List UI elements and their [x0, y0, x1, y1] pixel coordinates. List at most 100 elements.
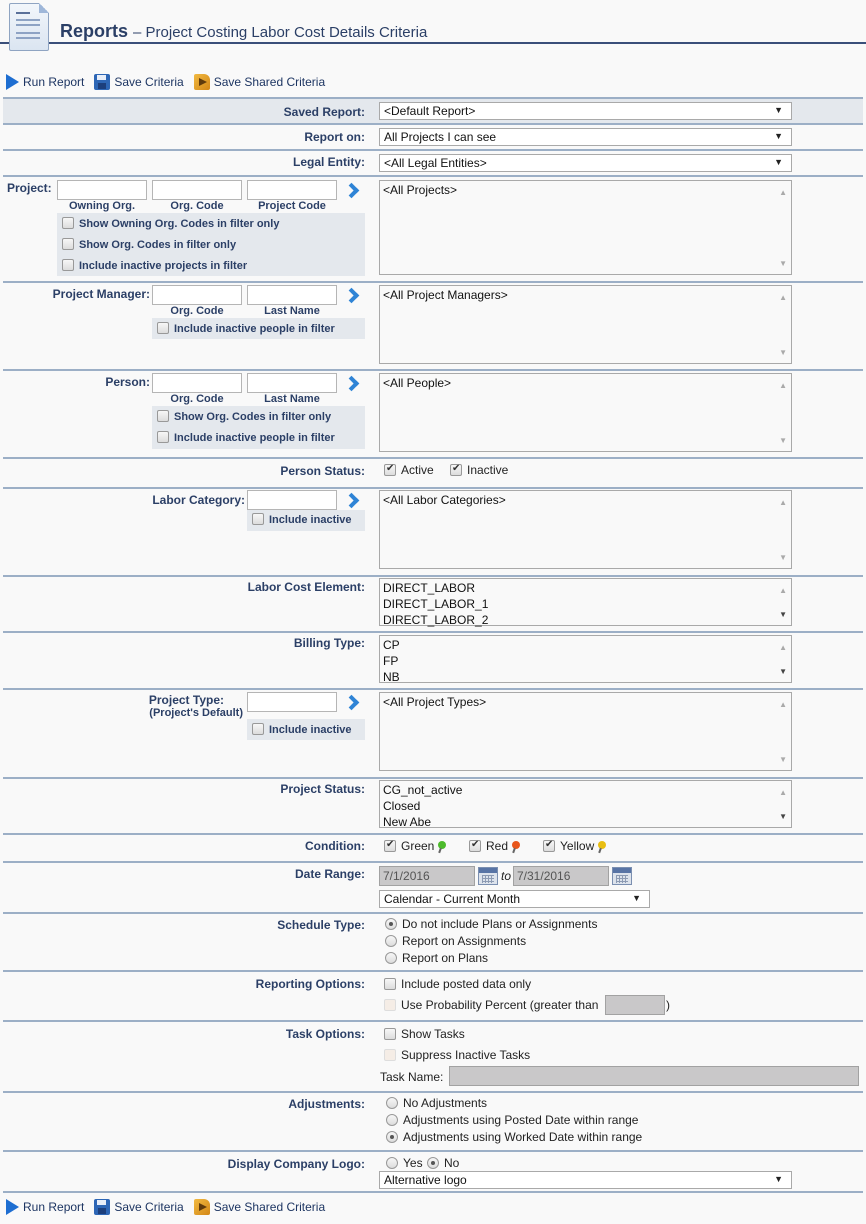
report-on-select[interactable]: All Projects I can see	[379, 128, 792, 146]
save-shared-criteria-button[interactable]: Save Shared Criteria	[193, 74, 325, 90]
checkbox[interactable]	[157, 410, 169, 422]
condition-green-option[interactable]: Green	[384, 839, 447, 853]
checkbox[interactable]	[157, 322, 169, 334]
list-item[interactable]: New Abe	[383, 814, 788, 830]
checkbox[interactable]	[384, 463, 396, 476]
person-last-name-input[interactable]	[247, 373, 337, 393]
run-report-button[interactable]: Run Report	[6, 1199, 84, 1215]
list-item[interactable]: NB	[383, 669, 788, 685]
save-criteria-button[interactable]: Save Criteria	[94, 1199, 184, 1215]
calendar-to-icon[interactable]	[612, 867, 632, 885]
project-type-list[interactable]: <All Project Types> ▲ ▼	[379, 692, 792, 771]
pm-last-name-input[interactable]	[247, 285, 337, 305]
pm-include-inactive-option[interactable]: Include inactive people in filter	[157, 322, 335, 335]
list-item[interactable]: <All Project Managers>	[383, 287, 788, 303]
scroll-up-icon[interactable]: ▲	[779, 290, 787, 306]
list-item[interactable]: CP	[383, 637, 788, 653]
radio[interactable]	[427, 1157, 439, 1169]
labor-cost-element-list[interactable]: DIRECT_LABOR DIRECT_LABOR_1 DIRECT_LABOR_2…	[379, 578, 792, 628]
project-type-arrow-icon[interactable]	[343, 696, 357, 710]
checkbox[interactable]	[384, 999, 396, 1011]
scroll-down-icon[interactable]: ▼	[779, 809, 787, 825]
radio[interactable]	[386, 1097, 398, 1109]
radio[interactable]	[386, 1157, 398, 1169]
show-tasks-option[interactable]: Show Tasks	[384, 1027, 465, 1041]
saved-report-select[interactable]: <Default Report>	[379, 102, 792, 120]
person-org-code-input[interactable]	[152, 373, 242, 393]
scroll-down-icon[interactable]: ▼	[779, 256, 787, 272]
checkbox[interactable]	[543, 839, 555, 852]
condition-yellow-option[interactable]: Yellow	[543, 839, 607, 853]
schedule-no-plans-option[interactable]: Do not include Plans or Assignments	[385, 917, 597, 931]
save-criteria-button[interactable]: Save Criteria	[94, 74, 184, 90]
pm-org-code-input[interactable]	[152, 285, 242, 305]
labor-category-list[interactable]: <All Labor Categories> ▲ ▼	[379, 490, 792, 569]
scroll-up-icon[interactable]: ▲	[779, 185, 787, 201]
list-item[interactable]: DIRECT_LABOR	[383, 580, 788, 596]
project-org-code-input[interactable]	[152, 180, 242, 200]
project-manager-list[interactable]: <All Project Managers> ▲ ▼	[379, 285, 792, 364]
show-org-codes-option[interactable]: Show Org. Codes in filter only	[62, 238, 236, 251]
adjustments-posted-date-option[interactable]: Adjustments using Posted Date within ran…	[386, 1113, 638, 1127]
radio[interactable]	[386, 1114, 398, 1126]
probability-option[interactable]: Use Probability Percent (greater than	[384, 998, 598, 1012]
list-item[interactable]: <All Labor Categories>	[383, 492, 788, 508]
suppress-inactive-tasks-option[interactable]: Suppress Inactive Tasks	[384, 1048, 530, 1062]
list-item[interactable]: CG_not_active	[383, 782, 788, 798]
owning-org-input[interactable]	[57, 180, 147, 200]
labor-category-include-inactive-option[interactable]: Include inactive	[252, 513, 352, 526]
probability-input[interactable]	[605, 995, 665, 1015]
person-status-inactive-option[interactable]: Inactive	[450, 463, 508, 477]
condition-red-option[interactable]: Red	[469, 839, 521, 853]
labor-category-input[interactable]	[247, 490, 337, 510]
list-item[interactable]: DIRECT_LABOR_2	[383, 612, 788, 628]
project-code-input[interactable]	[247, 180, 337, 200]
scroll-down-icon[interactable]: ▼	[779, 433, 787, 449]
save-shared-criteria-button[interactable]: Save Shared Criteria	[193, 1199, 325, 1215]
checkbox[interactable]	[62, 238, 74, 250]
checkbox[interactable]	[384, 1028, 396, 1040]
no-adjustments-option[interactable]: No Adjustments	[386, 1096, 487, 1110]
list-item[interactable]: <All People>	[383, 375, 788, 391]
run-report-button[interactable]: Run Report	[6, 74, 84, 90]
person-filter-arrow-icon[interactable]	[343, 377, 357, 391]
scroll-up-icon[interactable]: ▲	[779, 378, 787, 394]
scroll-down-icon[interactable]: ▼	[779, 607, 787, 623]
radio[interactable]	[385, 935, 397, 947]
checkbox[interactable]	[384, 1049, 396, 1061]
checkbox[interactable]	[384, 839, 396, 852]
labor-category-arrow-icon[interactable]	[343, 494, 357, 508]
list-item[interactable]: Closed	[383, 798, 788, 814]
person-show-org-codes-option[interactable]: Show Org. Codes in filter only	[157, 410, 331, 423]
date-preset-select[interactable]: Calendar - Current Month	[379, 890, 650, 908]
checkbox[interactable]	[62, 217, 74, 229]
checkbox[interactable]	[157, 431, 169, 443]
scroll-up-icon[interactable]: ▲	[779, 697, 787, 713]
scroll-up-icon[interactable]: ▲	[779, 495, 787, 511]
radio[interactable]	[385, 918, 397, 930]
checkbox[interactable]	[252, 723, 264, 735]
task-name-input[interactable]	[449, 1066, 859, 1086]
show-owning-org-codes-option[interactable]: Show Owning Org. Codes in filter only	[62, 217, 279, 230]
scroll-down-icon[interactable]: ▼	[779, 550, 787, 566]
adjustments-worked-date-option[interactable]: Adjustments using Worked Date within ran…	[386, 1130, 642, 1144]
checkbox[interactable]	[450, 463, 462, 476]
list-item[interactable]: <All Project Types>	[383, 694, 788, 710]
posted-only-option[interactable]: Include posted data only	[384, 977, 531, 991]
person-list[interactable]: <All People> ▲ ▼	[379, 373, 792, 452]
list-item[interactable]: DIRECT_LABOR_1	[383, 596, 788, 612]
logo-select[interactable]: Alternative logo	[379, 1171, 792, 1189]
list-item[interactable]: <All Projects>	[383, 182, 788, 198]
scroll-up-icon[interactable]: ▲	[779, 640, 787, 656]
project-filter-arrow-icon[interactable]	[343, 184, 357, 198]
checkbox[interactable]	[384, 978, 396, 990]
schedule-plans-option[interactable]: Report on Plans	[385, 951, 488, 965]
calendar-from-icon[interactable]	[478, 867, 498, 885]
scroll-down-icon[interactable]: ▼	[779, 345, 787, 361]
date-to-input[interactable]: 7/31/2016	[513, 866, 609, 886]
checkbox[interactable]	[252, 513, 264, 525]
radio[interactable]	[385, 952, 397, 964]
checkbox[interactable]	[62, 259, 74, 271]
pm-filter-arrow-icon[interactable]	[343, 289, 357, 303]
radio[interactable]	[386, 1131, 398, 1143]
